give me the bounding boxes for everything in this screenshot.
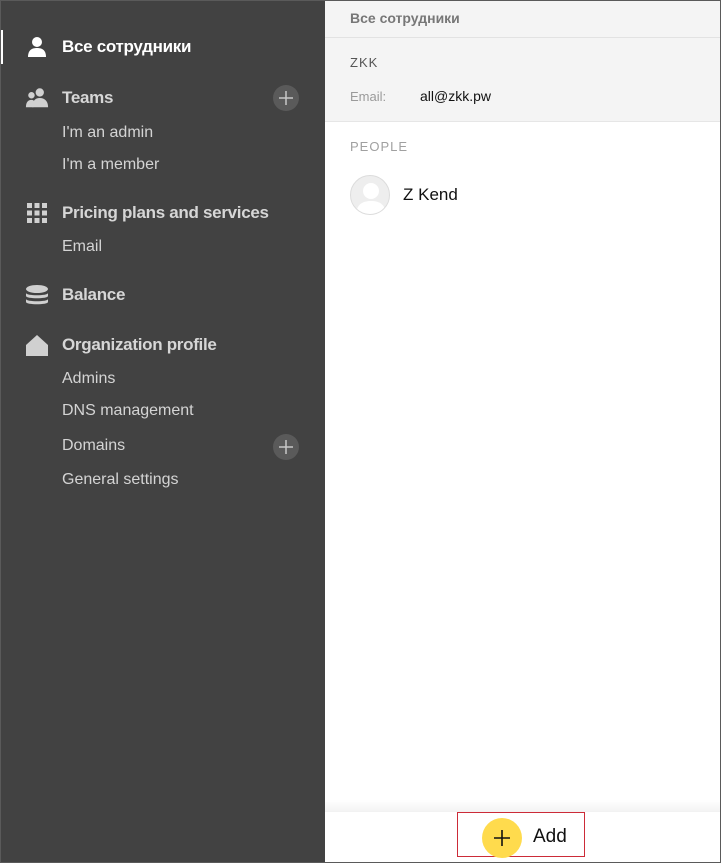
- footer-shadow: [325, 800, 721, 812]
- content-header: Все сотрудники: [325, 0, 721, 38]
- add-icon: [482, 818, 522, 858]
- sidebar-item-all-employees[interactable]: Все сотрудники: [0, 32, 325, 62]
- sidebar-item-org-profile[interactable]: Organization profile: [0, 330, 325, 360]
- sidebar-item-pricing[interactable]: Pricing plans and services: [0, 198, 325, 228]
- list-item[interactable]: Z Kend: [350, 175, 690, 215]
- sidebar-item-balance[interactable]: Balance: [0, 280, 325, 310]
- sidebar-item-teams-admin[interactable]: I'm an admin: [62, 122, 153, 144]
- sidebar-item-domains[interactable]: Domains: [62, 435, 125, 457]
- sidebar: Все сотрудники Teams I'm an admin I'm a …: [0, 0, 325, 863]
- sidebar-item-admins[interactable]: Admins: [62, 368, 115, 390]
- home-icon: [25, 333, 49, 357]
- add-team-button[interactable]: [273, 85, 299, 111]
- people-section-title: PEOPLE: [350, 139, 409, 154]
- sidebar-item-email[interactable]: Email: [62, 236, 102, 258]
- sidebar-item-general-settings[interactable]: General settings: [62, 469, 179, 491]
- add-button[interactable]: Add: [457, 812, 585, 858]
- avatar: [350, 175, 390, 215]
- team-icon: [25, 86, 49, 110]
- plus-icon: [279, 91, 293, 105]
- org-info: ZKK Email: all@zkk.pw: [325, 38, 721, 122]
- main-content: Все сотрудники ZKK Email: all@zkk.pw PEO…: [325, 0, 721, 863]
- sidebar-item-label: Pricing plans and services: [62, 203, 269, 222]
- user-icon: [25, 35, 49, 59]
- sidebar-item-label: Все сотрудники: [62, 37, 192, 56]
- sidebar-item-label: Teams: [62, 88, 114, 107]
- plus-icon: [279, 440, 293, 454]
- coins-icon: [25, 283, 49, 307]
- add-domain-button[interactable]: [273, 434, 299, 460]
- grid-icon: [25, 201, 49, 225]
- person-name: Z Kend: [403, 185, 458, 204]
- email-label: Email:: [350, 89, 387, 104]
- sidebar-item-label: Balance: [62, 285, 126, 304]
- page-title: Все сотрудники: [350, 10, 460, 26]
- add-button-label: Add: [533, 826, 567, 847]
- sidebar-item-dns[interactable]: DNS management: [62, 400, 194, 422]
- email-value[interactable]: all@zkk.pw: [420, 88, 491, 104]
- sidebar-item-label: Organization profile: [62, 335, 217, 354]
- sidebar-item-teams-member[interactable]: I'm a member: [62, 154, 159, 176]
- user-placeholder-icon: [356, 183, 386, 214]
- org-name: ZKK: [350, 55, 379, 70]
